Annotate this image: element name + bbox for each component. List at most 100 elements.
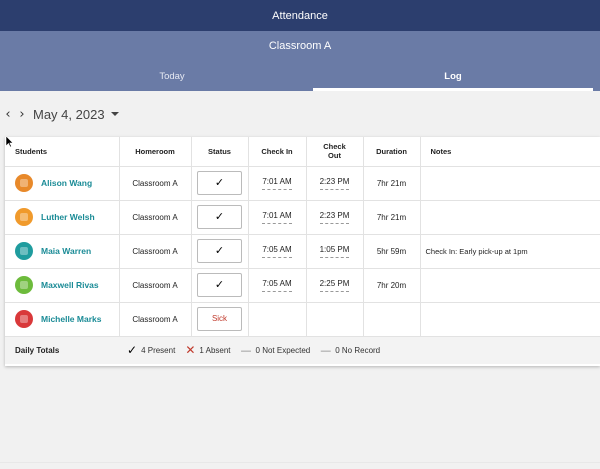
table-row: Michelle Marks Classroom A Sick xyxy=(5,302,600,337)
check-out-cell: 2:23 PM xyxy=(306,166,364,201)
status-cell: ✓ xyxy=(191,166,249,201)
check-out-cell: 1:05 PM xyxy=(306,234,364,269)
attendance-table: Students Homeroom Status Check In Check … xyxy=(5,137,600,364)
check-in-time[interactable]: 7:01 AM xyxy=(262,211,292,224)
homeroom-cell: Classroom A xyxy=(119,302,192,337)
classroom-header: Classroom A Today Log xyxy=(0,31,600,91)
status-cell: ✓ xyxy=(191,200,249,235)
table-row: Maxwell Rivas Classroom A ✓ 7:05 AM 2:25… xyxy=(5,268,600,303)
date-navigator: ‹ › May 4, 2023 xyxy=(0,102,119,126)
column-header-homeroom[interactable]: Homeroom xyxy=(119,137,192,167)
notes-cell xyxy=(420,268,600,303)
homeroom-cell: Classroom A xyxy=(119,268,192,303)
status-cell: ✓ xyxy=(191,268,249,303)
table-row: Maia Warren Classroom A ✓ 7:05 AM 1:05 P… xyxy=(5,234,600,269)
column-header-check-in[interactable]: Check In xyxy=(248,137,307,167)
check-in-time[interactable]: 7:05 AM xyxy=(262,245,292,258)
check-out-time[interactable]: 2:23 PM xyxy=(319,211,350,224)
tab-log[interactable]: Log xyxy=(313,61,593,91)
date-dropdown-caret-icon[interactable] xyxy=(110,112,119,116)
column-header-notes[interactable]: Notes xyxy=(420,137,600,167)
daily-totals-label: Daily Totals xyxy=(5,336,119,364)
check-in-cell xyxy=(248,302,307,337)
dash-icon: — xyxy=(240,343,252,357)
student-name-link[interactable]: Michelle Marks xyxy=(41,314,101,324)
notes-cell: Check In: Early pick-up at 1pm xyxy=(420,234,600,269)
status-button[interactable]: ✓ xyxy=(197,239,242,263)
notes-cell xyxy=(420,200,600,235)
check-out-time[interactable]: 2:25 PM xyxy=(319,279,350,292)
classroom-title: Classroom A xyxy=(268,40,332,52)
duration-cell: 7hr 20m xyxy=(363,268,421,303)
daily-totals-summary: ✓ 4 Present ✕ 1 Absent — 0 Not Expected xyxy=(119,344,600,356)
student-name-link[interactable]: Alison Wang xyxy=(41,178,92,188)
check-in-time[interactable]: 7:05 AM xyxy=(262,279,292,292)
status-button[interactable]: ✓ xyxy=(197,205,242,229)
avatar xyxy=(15,276,33,294)
no-record-total: — 0 No Record xyxy=(320,345,380,356)
notes-cell xyxy=(420,302,600,337)
checkmark-icon: ✓ xyxy=(127,343,138,358)
student-cell: Maia Warren xyxy=(5,234,120,269)
active-tab-indicator xyxy=(313,88,593,91)
column-header-status[interactable]: Status xyxy=(191,137,249,167)
check-in-time[interactable]: 7:01 AM xyxy=(262,177,292,190)
avatar xyxy=(15,310,33,328)
student-cell: Luther Welsh xyxy=(5,200,120,235)
tab-today[interactable]: Today xyxy=(32,61,312,91)
student-cell: Alison Wang xyxy=(5,166,120,201)
status-cell: ✓ xyxy=(191,234,249,269)
homeroom-cell: Classroom A xyxy=(119,200,192,235)
selected-date[interactable]: May 4, 2023 xyxy=(33,107,105,122)
duration-cell: 7hr 21m xyxy=(363,200,421,235)
divider xyxy=(0,462,600,463)
notes-cell xyxy=(420,166,600,201)
homeroom-cell: Classroom A xyxy=(119,166,192,201)
student-cell: Maxwell Rivas xyxy=(5,268,120,303)
student-name-link[interactable]: Luther Welsh xyxy=(41,212,95,222)
daily-totals-row: Daily Totals ✓ 4 Present ✕ 1 Absent — 0 … xyxy=(5,336,600,364)
avatar xyxy=(15,174,33,192)
red-x-icon: ✕ xyxy=(185,343,196,358)
check-out-cell xyxy=(306,302,364,337)
student-cell: Michelle Marks xyxy=(5,302,120,337)
status-button[interactable]: Sick xyxy=(197,307,242,331)
app-title: Attendance xyxy=(272,9,328,22)
table-row: Luther Welsh Classroom A ✓ 7:01 AM 2:23 … xyxy=(5,200,600,235)
duration-cell xyxy=(363,302,421,337)
duration-cell: 5hr 59m xyxy=(363,234,421,269)
check-in-cell: 7:05 AM xyxy=(248,234,307,269)
check-out-cell: 2:25 PM xyxy=(306,268,364,303)
student-name-link[interactable]: Maia Warren xyxy=(41,246,91,256)
not-expected-total-text: 0 Not Expected xyxy=(255,345,311,355)
dash-icon: — xyxy=(320,343,332,357)
present-total: ✓ 4 Present xyxy=(127,344,175,356)
previous-day-chevron-icon[interactable]: ‹ xyxy=(2,108,14,121)
check-in-cell: 7:01 AM xyxy=(248,200,307,235)
student-name-link[interactable]: Maxwell Rivas xyxy=(41,280,99,290)
homeroom-cell: Classroom A xyxy=(119,234,192,269)
check-out-time[interactable]: 1:05 PM xyxy=(319,245,350,258)
check-out-cell: 2:23 PM xyxy=(306,200,364,235)
table-row: Alison Wang Classroom A ✓ 7:01 AM 2:23 P… xyxy=(5,166,600,201)
avatar xyxy=(15,242,33,260)
column-header-check-out[interactable]: Check Out xyxy=(306,137,364,167)
avatar xyxy=(15,208,33,226)
status-button[interactable]: ✓ xyxy=(197,171,242,195)
attendance-log-card: Students Homeroom Status Check In Check … xyxy=(5,137,600,366)
mouse-pointer-icon xyxy=(6,136,14,148)
not-expected-total: — 0 Not Expected xyxy=(241,345,311,356)
no-record-total-text: 0 No Record xyxy=(335,345,381,355)
present-total-text: 4 Present xyxy=(141,345,176,355)
next-day-chevron-icon[interactable]: › xyxy=(16,108,28,121)
check-in-cell: 7:01 AM xyxy=(248,166,307,201)
app-title-bar: Attendance xyxy=(0,0,600,31)
column-header-duration[interactable]: Duration xyxy=(363,137,421,167)
status-button[interactable]: ✓ xyxy=(197,273,242,297)
column-header-students[interactable]: Students xyxy=(5,137,120,167)
check-out-time[interactable]: 2:23 PM xyxy=(319,177,350,190)
absent-total-text: 1 Absent xyxy=(199,345,231,355)
status-cell: Sick xyxy=(191,302,249,337)
duration-cell: 7hr 21m xyxy=(363,166,421,201)
absent-total: ✕ 1 Absent xyxy=(185,344,230,356)
